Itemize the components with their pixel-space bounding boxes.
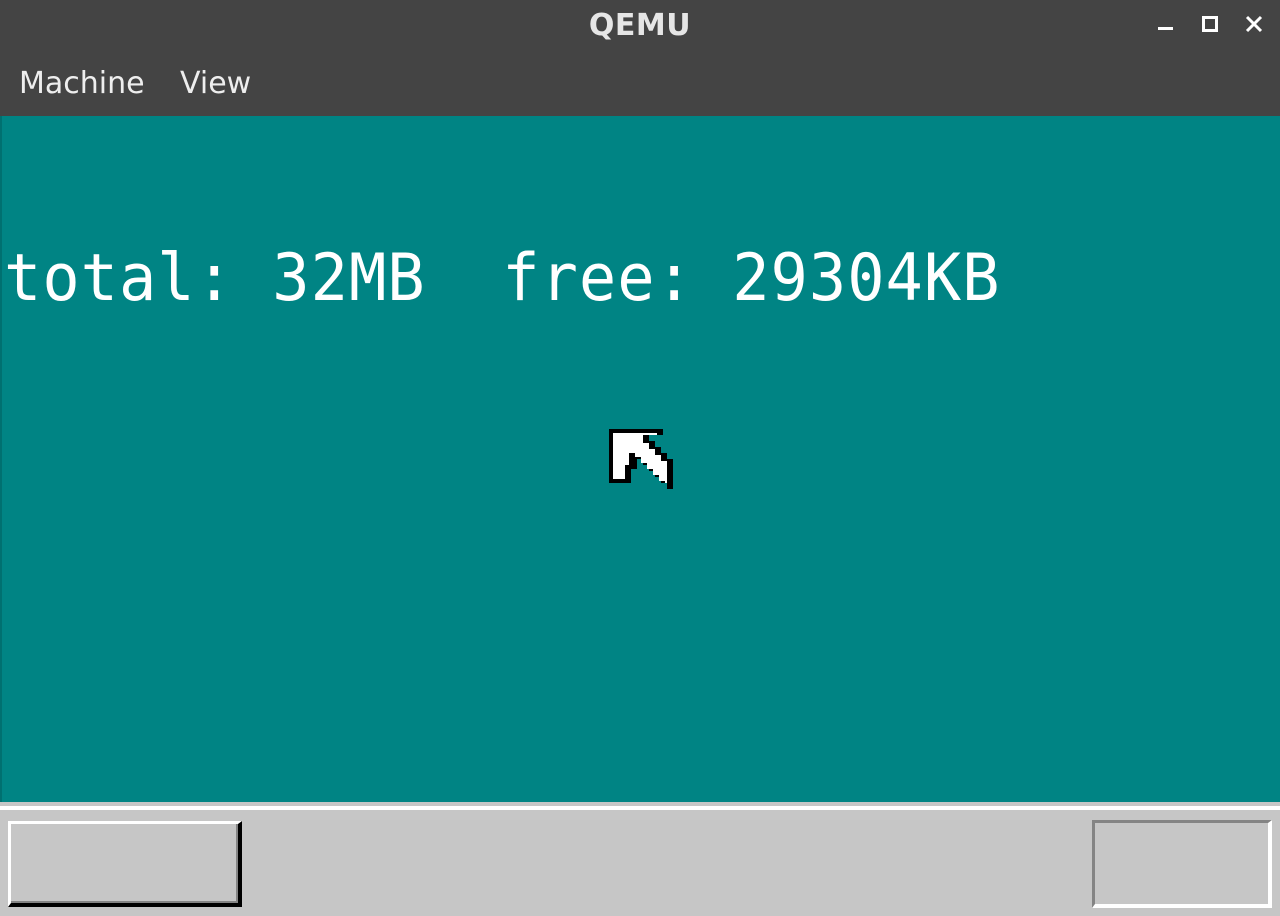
- close-icon: [1245, 15, 1263, 33]
- guest-taskbar: [0, 802, 1280, 916]
- title-bar: QEMU: [0, 0, 1280, 52]
- maximize-button[interactable]: [1195, 10, 1225, 40]
- window-title: QEMU: [588, 8, 692, 43]
- taskbar-highlight: [0, 806, 1280, 810]
- display-edge: [0, 116, 2, 804]
- qemu-window: QEMU Machine View total: 32MB free: 2930…: [0, 0, 1280, 916]
- menu-bar: Machine View: [0, 52, 1280, 116]
- mouse-pointer-arrow-icon: [609, 429, 673, 489]
- close-button[interactable]: [1239, 10, 1269, 40]
- minimize-icon: [1158, 27, 1173, 30]
- maximize-icon: [1202, 16, 1218, 32]
- menu-machine[interactable]: Machine: [19, 52, 145, 116]
- start-button[interactable]: [8, 821, 242, 907]
- system-tray: [1092, 820, 1272, 908]
- guest-display[interactable]: total: 32MB free: 29304KB: [0, 116, 1280, 916]
- start-button-bevel: [11, 824, 238, 903]
- minimize-button[interactable]: [1150, 10, 1180, 40]
- memory-status-text: total: 32MB free: 29304KB: [4, 239, 1001, 316]
- menu-view[interactable]: View: [180, 52, 251, 116]
